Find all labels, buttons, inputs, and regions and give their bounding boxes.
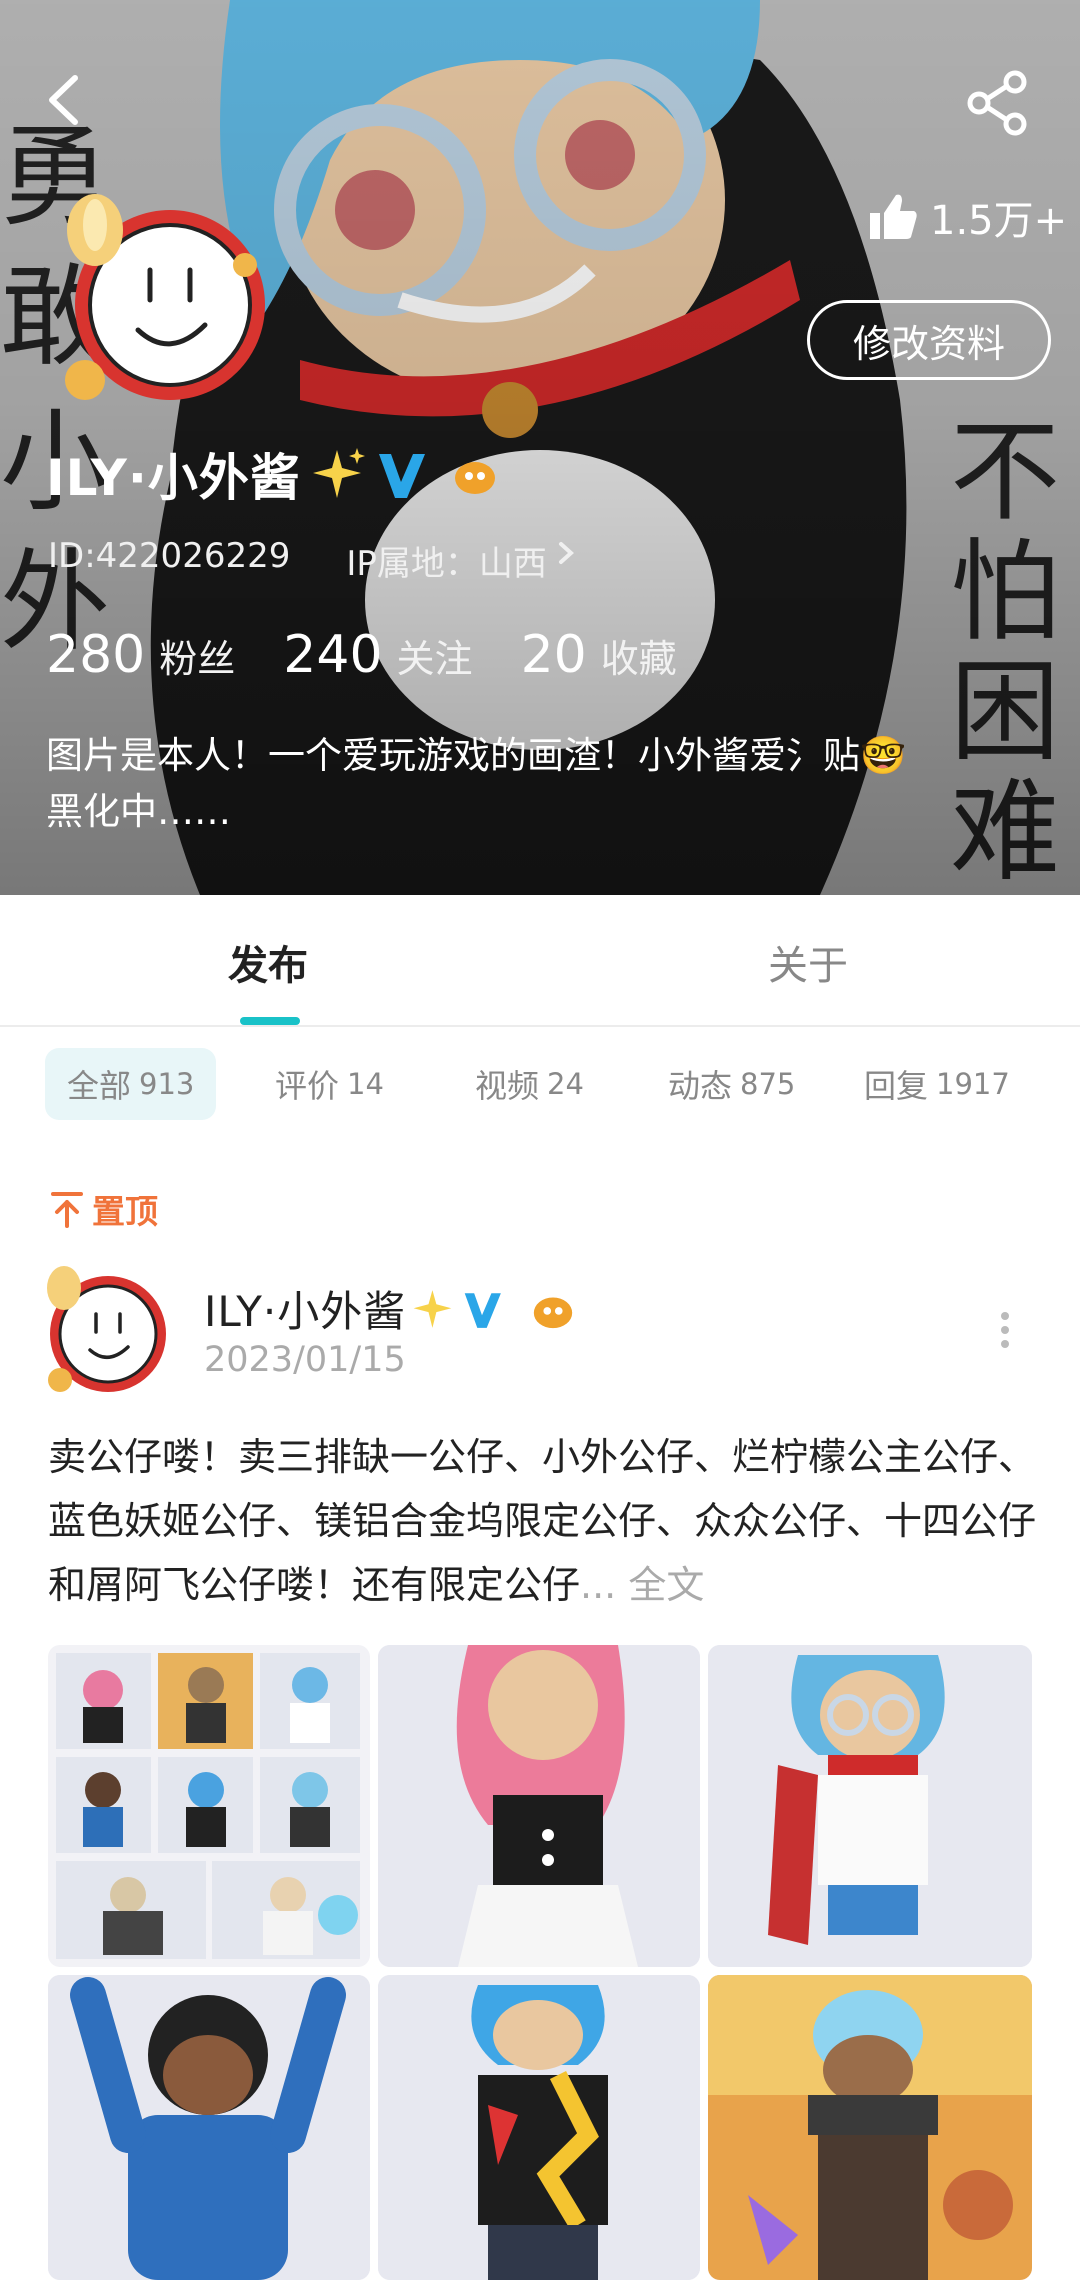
post-text: 卖公仔喽！卖三排缺一公仔、小外公仔、烂柠檬公主公仔、蓝色妖姬公仔、镁铝合金坞限定… [48, 1435, 1037, 1607]
chip-all[interactable]: 全部 913 [45, 1048, 217, 1120]
user-id: ID:422026229 [48, 536, 291, 576]
filter-chips: 全部 913 评价 14 视频 24 动态 875 回复 1917 [0, 1048, 1080, 1120]
edit-profile-button[interactable]: 修改资料 [807, 300, 1051, 380]
badge-icon [534, 1297, 573, 1328]
chip-count: 24 [547, 1067, 584, 1101]
chip-label: 动态 [668, 1067, 733, 1105]
chip-label: 回复 [864, 1067, 929, 1105]
stats-row: 280 粉丝 240 关注 20 收藏 [46, 625, 725, 685]
post-image[interactable] [378, 1645, 700, 1967]
chip-label: 评价 [275, 1067, 340, 1105]
post-author-row: ILY·小外酱 [204, 1278, 576, 1339]
profile-name: ILY·小外酱 [46, 449, 301, 507]
following-count[interactable]: 240 [283, 625, 382, 685]
chip-replies[interactable]: 回复 1917 [842, 1048, 1032, 1120]
tab-publish[interactable]: 发布 [228, 933, 308, 991]
chip-reviews[interactable]: 评价 14 [253, 1048, 406, 1120]
more-options-icon[interactable] [995, 1310, 1015, 1350]
post-image[interactable] [708, 1645, 1032, 1967]
chevron-right-icon [558, 542, 574, 564]
chip-label: 全部 [67, 1067, 132, 1105]
share-icon[interactable] [965, 70, 1031, 136]
post-image[interactable] [48, 1975, 370, 2280]
chip-count: 875 [740, 1067, 796, 1101]
post-body[interactable]: 卖公仔喽！卖三排缺一公仔、小外公仔、烂柠檬公主公仔、蓝色妖姬公仔、镁铝合金坞限定… [48, 1425, 1038, 1617]
favorites-label[interactable]: 收藏 [601, 628, 677, 683]
pinned-label: 置顶 [50, 1185, 158, 1233]
chip-count: 14 [347, 1067, 384, 1101]
tab-about[interactable]: 关于 [768, 933, 848, 991]
verified-icon [378, 454, 425, 498]
character-image [708, 1645, 1032, 1967]
character-image [378, 1975, 700, 2280]
pin-arrow-icon [51, 1192, 83, 1228]
like-count-text: 1.5万+ [930, 198, 1068, 244]
fans-count[interactable]: 280 [46, 625, 145, 685]
character-image [48, 1975, 370, 2280]
tab-indicator [240, 1017, 300, 1025]
chip-count: 1917 [936, 1067, 1010, 1101]
chip-videos[interactable]: 视频 24 [453, 1048, 606, 1120]
post-date: 2023/01/15 [204, 1340, 406, 1380]
like-count[interactable]: 1.5万+ [868, 187, 1067, 247]
read-more-link[interactable]: ... 全文 [580, 1563, 704, 1607]
main-tabbar: 发布 关于 [0, 895, 1080, 1027]
character-image [378, 1645, 700, 1967]
sparkle-icon [312, 448, 365, 498]
id-row: ID:422026229 IP属地：山西 [48, 536, 579, 585]
bio-line: 图片是本人！一个爱玩游戏的画渣！小外酱爱氵贴🤓 [46, 734, 907, 777]
chip-label: 视频 [475, 1067, 540, 1105]
badge-icon [454, 462, 495, 494]
pinned-text: 置顶 [92, 1192, 158, 1231]
post-author-name[interactable]: ILY·小外酱 [204, 1278, 406, 1339]
post-image[interactable] [708, 1975, 1032, 2280]
post-image[interactable] [378, 1975, 700, 2280]
avatar[interactable] [50, 185, 275, 410]
profile-bio: 图片是本人！一个爱玩游戏的画渣！小外酱爱氵贴🤓 黑化中…… [46, 728, 1046, 840]
post-author-avatar[interactable] [38, 1262, 173, 1397]
thumbs-up-icon [870, 194, 917, 239]
profile-name-row: ILY·小外酱 [46, 438, 499, 510]
profile-header: 勇 敢 小 外 不 怕 困 难 1.5万+ 修改资料 ILY·小外酱 [0, 0, 1080, 895]
post-image-collage[interactable] [48, 1645, 370, 1967]
favorites-count[interactable]: 20 [521, 625, 587, 685]
chip-count: 913 [139, 1067, 195, 1101]
collage-image [56, 1653, 360, 1959]
chip-moments[interactable]: 动态 875 [646, 1048, 817, 1120]
following-label[interactable]: 关注 [397, 628, 473, 683]
back-icon[interactable] [40, 70, 90, 130]
fans-label[interactable]: 粉丝 [159, 628, 235, 683]
character-image [708, 1975, 1032, 2280]
verified-icon [464, 1292, 502, 1328]
sparkle-icon [413, 1289, 452, 1328]
bio-line: 黑化中…… [46, 790, 231, 833]
ip-location[interactable]: IP属地：山西 [346, 536, 547, 585]
